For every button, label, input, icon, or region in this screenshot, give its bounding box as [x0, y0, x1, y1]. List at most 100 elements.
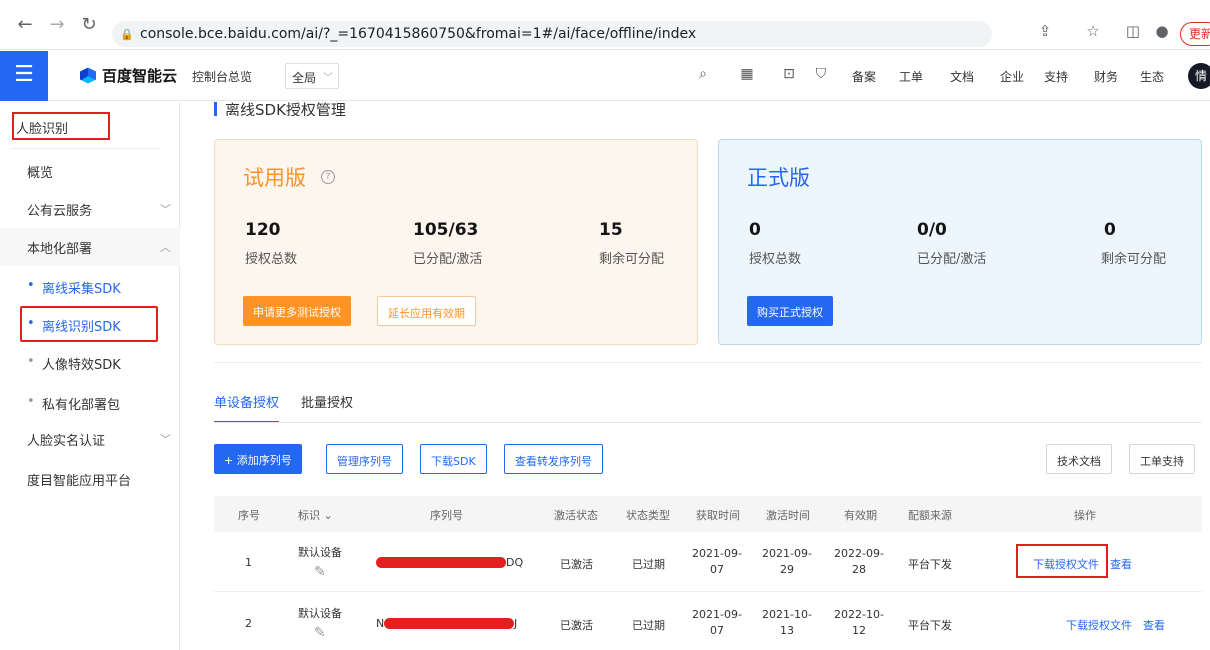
th-label[interactable]: 标识 ⌄: [298, 507, 333, 523]
nav-ticket[interactable]: 工单: [899, 68, 923, 85]
cell-no: 1: [245, 556, 252, 569]
serial-redaction: [384, 618, 514, 629]
cell-active-status: 已激活: [560, 558, 593, 571]
cell-validity-b: 28: [852, 563, 866, 576]
sidebar-item-offline-capture-sdk[interactable]: 离线采集SDK: [0, 268, 180, 306]
main-content: 离线SDK授权管理 试用版 ? 120 授权总数 105/63 已分配/激活 1…: [181, 102, 1210, 650]
nav-finance[interactable]: 财务: [1094, 68, 1118, 85]
sidebar-divider: [12, 148, 160, 149]
chevron-down-icon: ﹀: [323, 73, 333, 84]
nav-ecosystem[interactable]: 生态: [1140, 68, 1164, 85]
th-get-time: 获取时间: [696, 509, 740, 522]
edit-icon[interactable]: ✎: [314, 625, 326, 641]
search-icon[interactable]: ⌕: [694, 66, 712, 82]
tab-underline: [214, 422, 1202, 423]
sidebar-item-portrait-effects-sdk[interactable]: 人像特效SDK: [0, 344, 180, 382]
cell-status-type: 已过期: [632, 619, 665, 632]
cart-icon[interactable]: ⛉: [812, 66, 830, 82]
sidebar-item-local-deploy[interactable]: 本地化部署 ︿: [0, 228, 180, 266]
th-no: 序号: [238, 509, 260, 522]
table-header: 序号 标识 ⌄ 序列号 激活状态 状态类型 获取时间 激活时间 有效期 配额来源…: [214, 496, 1202, 532]
view-link[interactable]: 查看: [1143, 617, 1165, 633]
region-select[interactable]: 全局 ﹀: [285, 63, 339, 89]
th-activate-time: 激活时间: [766, 509, 810, 522]
chevron-down-icon: ⌄: [323, 509, 333, 522]
cell-activate-time: 2021-09- 29: [762, 546, 812, 578]
sidebar-item-label: 本地化部署: [27, 242, 93, 257]
add-serial-button[interactable]: + 添加序列号: [214, 444, 302, 474]
cell-validity-a: 2022-10-: [834, 608, 884, 621]
trial-assigned-label: 已分配/激活: [413, 252, 483, 267]
formal-card: 正式版 0 授权总数 0/0 已分配/激活 0 剩余可分配 购买正式授权: [718, 139, 1202, 345]
menu-icon[interactable]: ☰: [0, 51, 48, 101]
logo-mark-icon: [80, 67, 96, 84]
sidebar-item-dumu-platform[interactable]: 度目智能应用平台: [0, 460, 180, 498]
back-icon[interactable]: ←: [14, 14, 36, 36]
th-status-type: 状态类型: [626, 509, 670, 522]
nav-support[interactable]: 支持: [1044, 68, 1068, 85]
tab-batch[interactable]: 批量授权: [301, 392, 353, 423]
ticket-support-button[interactable]: 工单支持: [1129, 444, 1195, 474]
th-validity: 有效期: [844, 509, 877, 522]
url-text: console.bce.baidu.com/ai/?_=167041586075…: [140, 26, 697, 42]
sidebar-item-overview[interactable]: 概览: [0, 152, 180, 190]
trial-remaining-label: 剩余可分配: [599, 252, 665, 267]
serial-redaction: [376, 557, 506, 568]
console-header: ☰ 百度智能云 控制台总览 全局 ﹀ ⌕ ▦ ⊡ ⛉ 备案 工单 文档 企业 支…: [0, 51, 1210, 101]
tech-docs-button[interactable]: 技术文档: [1046, 444, 1112, 474]
qrcode-icon[interactable]: ▦: [738, 66, 756, 82]
forward-icon[interactable]: →: [46, 14, 68, 36]
sidebar-item-private-deploy-package[interactable]: 私有化部署包: [0, 384, 180, 422]
download-license-file-link[interactable]: 下载授权文件: [1066, 617, 1132, 633]
profile-icon[interactable]: ●: [1151, 22, 1173, 40]
highlight-box: [20, 306, 158, 342]
formal-title: 正式版: [747, 166, 810, 190]
cell-activate-time: 2021-10- 13: [762, 607, 812, 639]
cell-no: 2: [245, 617, 252, 630]
address-bar[interactable]: 🔒 console.bce.baidu.com/ai/?_=1670415860…: [112, 21, 992, 47]
download-sdk-button[interactable]: 下载SDK: [420, 444, 487, 474]
cell-get-time: 2021-09- 07: [692, 546, 742, 578]
formal-total-value: 0: [749, 220, 761, 240]
tab-single-device[interactable]: 单设备授权: [214, 392, 280, 423]
view-forwarded-serial-button[interactable]: 查看转发序列号: [504, 444, 603, 474]
buy-formal-license-button[interactable]: 购买正式授权: [747, 296, 833, 326]
manage-serial-button[interactable]: 管理序列号: [326, 444, 403, 474]
nav-docs[interactable]: 文档: [950, 68, 974, 85]
cell-quota-source: 平台下发: [908, 619, 952, 632]
trial-assigned-value: 105/63: [413, 220, 479, 240]
formal-total-label: 授权总数: [749, 252, 802, 267]
trial-title: 试用版: [243, 166, 306, 190]
region-value: 全局: [292, 71, 317, 85]
reload-icon[interactable]: ↻: [78, 14, 100, 36]
sidebar-item-face-realname[interactable]: 人脸实名认证 ﹀: [0, 420, 180, 458]
sidebar-item-label: 私有化部署包: [42, 398, 121, 413]
share-icon[interactable]: ⇪: [1034, 22, 1056, 40]
sidebar-item-label: 度目智能应用平台: [27, 474, 132, 489]
sidebar-item-label: 概览: [27, 166, 54, 181]
browser-toolbar: ← → ↻ 🔒 console.bce.baidu.com/ai/?_=1670…: [0, 0, 1210, 50]
th-actions: 操作: [1074, 509, 1096, 522]
logo[interactable]: 百度智能云: [80, 65, 177, 86]
chevron-down-icon: ﹀: [160, 203, 171, 216]
trial-total-value: 120: [245, 220, 281, 240]
cell-validity: 2022-09- 28: [834, 546, 884, 578]
apply-test-license-button[interactable]: 申请更多测试授权: [243, 296, 351, 326]
edit-icon[interactable]: ✎: [314, 564, 326, 580]
extend-validity-button[interactable]: 延长应用有效期: [377, 296, 476, 326]
avatar[interactable]: 情: [1188, 63, 1210, 89]
cell-quota-source: 平台下发: [908, 558, 952, 571]
sidebar-item-public-cloud[interactable]: 公有云服务 ﹀: [0, 190, 180, 228]
nav-filing[interactable]: 备案: [852, 68, 876, 85]
console-overview-link[interactable]: 控制台总览: [192, 68, 252, 85]
nav-enterprise[interactable]: 企业: [1000, 68, 1024, 85]
view-link[interactable]: 查看: [1110, 556, 1132, 572]
cell-get-time-a: 2021-09-: [692, 608, 742, 621]
help-icon[interactable]: ?: [321, 170, 335, 184]
message-icon[interactable]: ⊡: [780, 66, 798, 82]
update-button[interactable]: 更新: [1180, 22, 1210, 46]
bookmark-star-icon[interactable]: ☆: [1082, 22, 1104, 40]
sidebar-icon[interactable]: ◫: [1122, 22, 1144, 40]
cell-serial-head: N: [376, 617, 385, 630]
auth-tabs: 单设备授权 批量授权: [214, 392, 375, 423]
